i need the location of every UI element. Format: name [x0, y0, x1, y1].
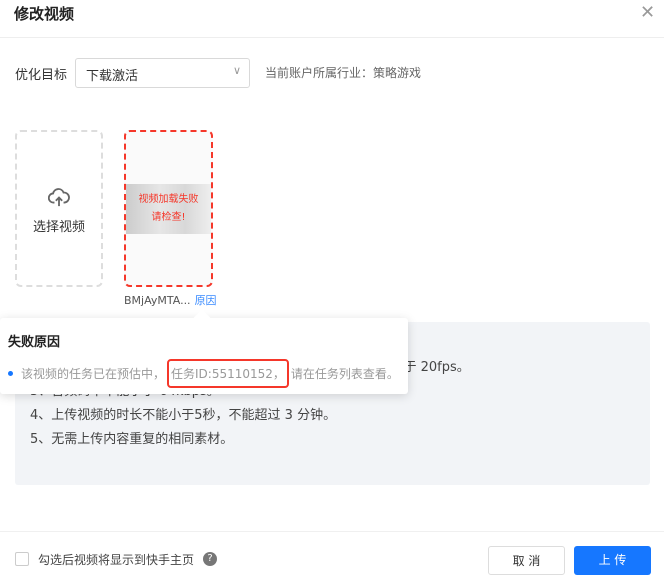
- reason-prefix: 该视频的任务已在预估中，: [21, 367, 166, 381]
- goal-select[interactable]: 下载激活 ∨: [75, 58, 250, 88]
- cloud-upload-icon: [47, 188, 70, 207]
- upload-button[interactable]: 上 传: [574, 546, 651, 575]
- task-id-highlight: 任务ID:55110152，: [167, 359, 289, 388]
- select-video-label: 选择视频: [32, 220, 85, 235]
- reason-suffix: 请在任务列表查看。: [290, 367, 399, 381]
- goal-value: 下载激活: [86, 69, 139, 84]
- select-video-button[interactable]: 选择视频: [15, 130, 103, 287]
- bullet-icon: [8, 371, 13, 376]
- chevron-down-icon: ∨: [232, 64, 241, 77]
- goal-label: 优化目标: [15, 68, 68, 83]
- rule-item: 4、上传视频的时长不能小于5秒，不能超过 3 分钟。: [30, 408, 337, 423]
- filename-text: BMjAyMTA...: [124, 294, 191, 307]
- checkbox-label: 勾选后视频将显示到快手主页: [38, 553, 195, 567]
- cancel-button[interactable]: 取 消: [488, 546, 565, 575]
- popover-arrow: [193, 309, 211, 327]
- show-on-homepage-checkbox[interactable]: [15, 552, 29, 566]
- failure-reason-popover: 失败原因 该视频的任务已在预估中， 任务ID:55110152， 请在任务列表查…: [0, 309, 408, 394]
- reason-row: 该视频的任务已在预估中， 任务ID:55110152， 请在任务列表查看。: [8, 359, 400, 388]
- check-text: 请检查!: [151, 212, 186, 223]
- reason-link[interactable]: 原因: [195, 294, 217, 307]
- video-filename: BMjAyMTA... 原因: [124, 292, 217, 308]
- dialog-title: 修改视频: [14, 5, 75, 23]
- video-thumbnail: 视频加载失败 请检查!: [126, 184, 211, 234]
- load-failed-text: 视频加载失败: [138, 194, 199, 205]
- industry-text: 当前账户所属行业：策略游戏: [265, 66, 422, 80]
- video-card[interactable]: 视频加载失败 请检查!: [124, 130, 213, 287]
- footer-divider: [0, 531, 664, 532]
- popover-title: 失败原因: [8, 335, 61, 350]
- help-icon[interactable]: ?: [203, 552, 217, 566]
- header-divider: [0, 37, 664, 38]
- rule-item: 5、无需上传内容重复的相同素材。: [30, 432, 234, 447]
- close-icon[interactable]: ✕: [640, 2, 655, 23]
